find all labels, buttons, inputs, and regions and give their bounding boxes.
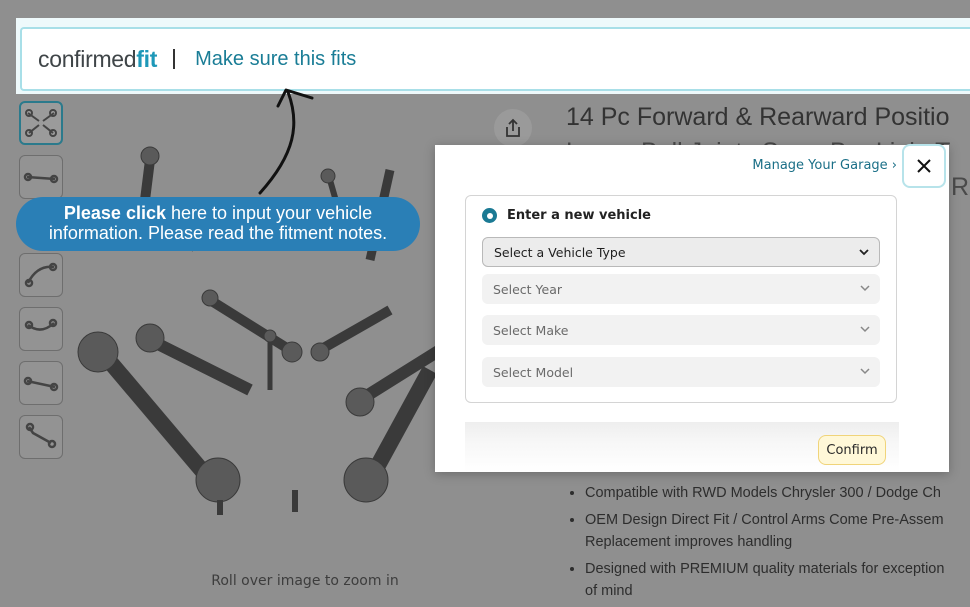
thumbnail-image-6[interactable] bbox=[19, 361, 63, 405]
thumbnail-strip bbox=[19, 101, 67, 469]
new-vehicle-label: Enter a new vehicle bbox=[507, 208, 651, 223]
model-select[interactable]: Select Model bbox=[482, 357, 880, 387]
header-divider bbox=[173, 49, 176, 69]
chevron-down-icon bbox=[860, 368, 870, 375]
new-vehicle-option[interactable]: Enter a new vehicle bbox=[482, 208, 651, 223]
make-select[interactable]: Select Make bbox=[482, 315, 880, 345]
make-value: Select Make bbox=[493, 322, 569, 338]
thumbnail-image-5[interactable] bbox=[19, 307, 63, 351]
manage-garage-link[interactable]: Manage Your Garage › bbox=[752, 158, 897, 173]
vehicle-type-value: Select a Vehicle Type bbox=[494, 244, 626, 260]
zoom-hint: Roll over image to zoom in bbox=[211, 573, 399, 589]
share-icon bbox=[506, 118, 520, 137]
thumbnail-image-2[interactable] bbox=[19, 155, 63, 199]
model-value: Select Model bbox=[493, 364, 574, 380]
chevron-down-icon bbox=[860, 326, 870, 333]
vehicle-type-select[interactable]: Select a Vehicle Type bbox=[482, 237, 880, 267]
bullet-item: Compatible with RWD Models Chrysler 300 … bbox=[585, 482, 970, 504]
confirm-button[interactable]: Confirm bbox=[818, 435, 886, 465]
year-value: Select Year bbox=[493, 281, 563, 297]
chevron-down-icon bbox=[859, 249, 869, 256]
year-select[interactable]: Select Year bbox=[482, 274, 880, 304]
thumbnail-image-4[interactable] bbox=[19, 253, 63, 297]
chevron-down-icon bbox=[860, 285, 870, 292]
bullet-item: OEM Design Direct Fit / Control Arms Com… bbox=[585, 509, 970, 553]
radio-selected-icon[interactable] bbox=[482, 208, 497, 223]
pointer-arrow-icon bbox=[258, 88, 314, 195]
close-icon bbox=[917, 159, 931, 173]
close-button[interactable] bbox=[902, 144, 946, 188]
confirmedfit-bar: confirmedfit Make sure this fits bbox=[16, 18, 970, 94]
product-title-line-1: 14 Pc Forward & Rearward Positio bbox=[566, 103, 950, 131]
instruction-tooltip: Please click here to input your vehicle … bbox=[16, 197, 420, 251]
vehicle-modal: Manage Your Garage › Enter a new vehicle… bbox=[435, 144, 949, 472]
new-vehicle-form: Enter a new vehicle Select a Vehicle Typ… bbox=[465, 195, 897, 403]
product-bullets: Compatible with RWD Models Chrysler 300 … bbox=[566, 482, 970, 607]
confirmedfit-header[interactable]: confirmedfit Make sure this fits bbox=[20, 27, 970, 91]
share-button[interactable] bbox=[494, 109, 532, 147]
bullet-item: Designed with PREMIUM quality materials … bbox=[585, 558, 970, 602]
thumbnail-image-7[interactable] bbox=[19, 415, 63, 459]
make-sure-fits-link[interactable]: Make sure this fits bbox=[195, 48, 356, 71]
confirmedfit-logo: confirmedfit bbox=[38, 45, 158, 72]
thumbnail-image-1[interactable] bbox=[19, 101, 63, 145]
